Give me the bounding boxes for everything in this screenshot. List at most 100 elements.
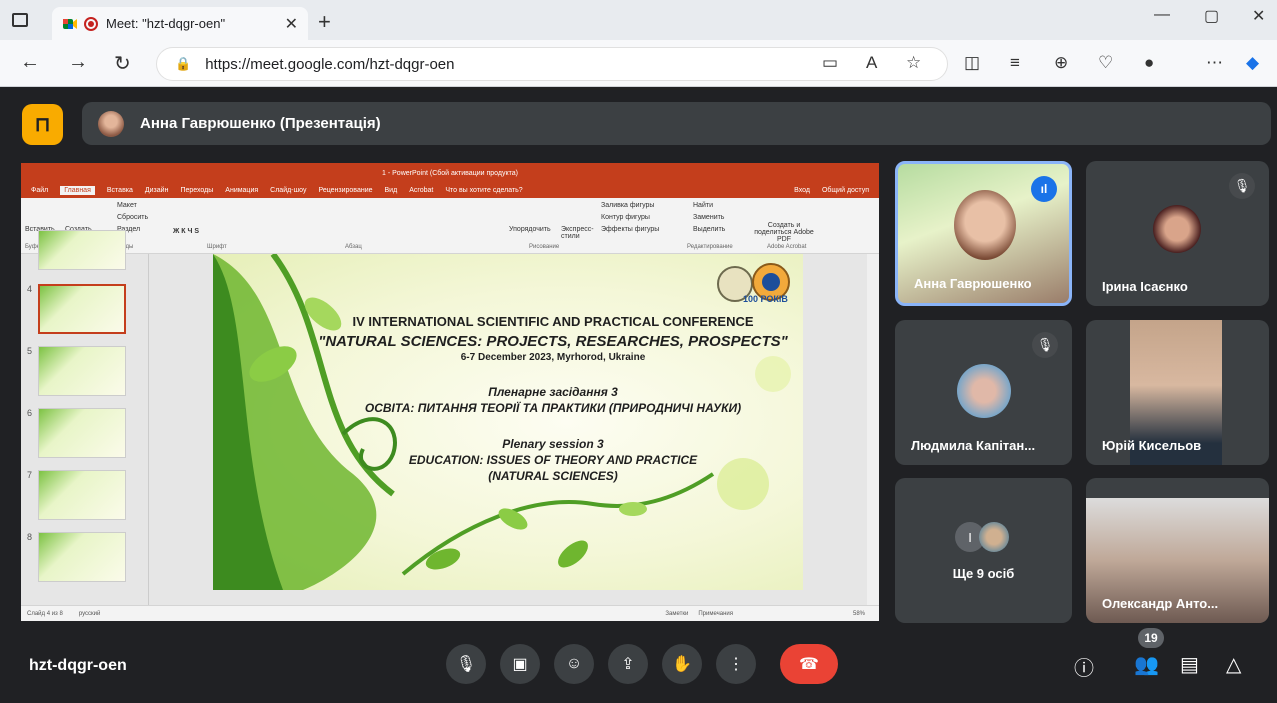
- exit-fullscreen-button[interactable]: ⊓: [22, 104, 63, 145]
- slide-line-3: 6-7 December 2023, Myrhorod, Ukraine: [460, 352, 646, 363]
- mic-off-icon: 🎙: [1229, 173, 1255, 199]
- menu-slideshow[interactable]: Слайд-шоу: [270, 187, 306, 194]
- menu-design[interactable]: Дизайн: [145, 187, 169, 194]
- browser-tab[interactable]: Meet: "hzt-dqgr-oen" ✕: [52, 7, 308, 40]
- close-window-button[interactable]: ✕: [1252, 6, 1265, 26]
- favorites-icon[interactable]: ≡: [1010, 53, 1020, 73]
- more-options-button[interactable]: ⋮: [716, 644, 756, 684]
- maximize-button[interactable]: ▢: [1204, 6, 1219, 26]
- select-button[interactable]: Выделить: [693, 226, 725, 233]
- express-styles-button[interactable]: Экспресс-стили: [561, 226, 595, 240]
- camera-button[interactable]: ▣: [500, 644, 540, 684]
- font-style-buttons[interactable]: Ж К Ч S: [173, 228, 199, 235]
- menu-animation[interactable]: Анимация: [225, 187, 258, 194]
- slide-thumb[interactable]: [38, 532, 126, 582]
- emoji-icon: ☺: [565, 655, 583, 672]
- share-button[interactable]: Общий доступ: [822, 187, 869, 194]
- slide-thumb[interactable]: [38, 230, 126, 270]
- menu-home[interactable]: Главная: [60, 186, 95, 195]
- zoom-level[interactable]: 58%: [853, 611, 865, 617]
- refresh-icon[interactable]: ↻: [114, 51, 131, 76]
- slide-thumbnails[interactable]: 4 5 6 7 8: [21, 230, 149, 605]
- participant-tile[interactable]: Олександр Анто...: [1086, 478, 1269, 623]
- profile-icon[interactable]: ●: [1144, 53, 1154, 73]
- layout-button[interactable]: Макет: [117, 202, 137, 209]
- lock-icon[interactable]: 🔒: [175, 56, 191, 72]
- shape-effects-button[interactable]: Эффекты фигуры: [601, 226, 659, 233]
- shape-fill-button[interactable]: Заливка фигуры: [601, 202, 654, 209]
- chat-icon[interactable]: ▤: [1180, 652, 1199, 677]
- participant-name: Олександр Анто...: [1102, 596, 1219, 611]
- meeting-info-icon[interactable]: ⓘ: [1074, 652, 1094, 681]
- slide-thumb[interactable]: [38, 408, 126, 458]
- participant-avatar: [957, 364, 1011, 418]
- slide-line-2: "NATURAL SCIENCES: PROJECTS, RESEARCHES,…: [318, 333, 788, 350]
- menu-view[interactable]: Вид: [385, 187, 398, 194]
- find-button[interactable]: Найти: [693, 202, 713, 209]
- participant-tile[interactable]: Юрій Кисельов: [1086, 320, 1269, 465]
- create-pdf-button[interactable]: Создать и поделиться Adobe PDF: [749, 222, 819, 243]
- meeting-code: hzt-dqgr-oen: [29, 657, 127, 674]
- reactions-button[interactable]: ☺: [554, 644, 594, 684]
- current-slide: 100 РОКІВ IV INTERNATIONAL SCIENTIFIC AN…: [213, 254, 803, 590]
- collections-icon[interactable]: ⊕: [1054, 53, 1068, 73]
- slide-thumb-selected[interactable]: [38, 284, 126, 334]
- forward-icon[interactable]: →: [68, 51, 88, 74]
- participant-name: Людмила Капітан...: [911, 438, 1036, 453]
- minimize-button[interactable]: —: [1154, 6, 1170, 24]
- notes-button[interactable]: Заметки: [665, 611, 688, 617]
- shape-outline-button[interactable]: Контур фигуры: [601, 214, 650, 221]
- slide-line-1: IV INTERNATIONAL SCIENTIFIC AND PRACTICA…: [352, 314, 754, 329]
- more-menu-icon[interactable]: ⋯: [1206, 53, 1223, 73]
- activities-icon[interactable]: △: [1226, 652, 1241, 677]
- tab-actions-icon[interactable]: [12, 13, 28, 27]
- signin-link[interactable]: Вход: [794, 187, 810, 194]
- slide-thumb[interactable]: [38, 346, 126, 396]
- menu-acrobat[interactable]: Acrobat: [409, 187, 433, 194]
- comments-button[interactable]: Примечания: [698, 611, 733, 617]
- new-tab-button[interactable]: +: [318, 9, 331, 35]
- door-icon: ⊓: [34, 114, 51, 136]
- language-label: русский: [78, 610, 101, 617]
- mic-button[interactable]: 🎙: [446, 644, 486, 684]
- camera-icon: ▣: [512, 656, 528, 673]
- powerpoint-menu: Файл Главная Вставка Дизайн Переходы Ани…: [21, 183, 879, 198]
- slide-scrollbar[interactable]: [867, 254, 879, 605]
- end-call-button[interactable]: ☎: [780, 644, 838, 684]
- participant-tile[interactable]: 🎙 Людмила Капітан...: [895, 320, 1072, 465]
- extensions-icon[interactable]: ♡: [1098, 53, 1113, 73]
- hangup-icon: ☎: [799, 656, 819, 673]
- people-icon[interactable]: 👥: [1134, 652, 1159, 677]
- back-icon[interactable]: ←: [20, 51, 40, 74]
- tab-close-icon[interactable]: ✕: [285, 14, 298, 34]
- thumb-number: 5: [27, 346, 33, 356]
- slide-text: IV INTERNATIONAL SCIENTIFIC AND PRACTICA…: [313, 314, 793, 485]
- split-screen-icon[interactable]: ◫: [964, 53, 980, 73]
- slide-thumb[interactable]: [38, 470, 126, 520]
- favorite-star-icon[interactable]: ☆: [906, 53, 921, 73]
- participant-tile[interactable]: ıl Анна Гаврюшенко: [895, 161, 1072, 306]
- menu-file[interactable]: Файл: [31, 187, 48, 194]
- copilot-icon[interactable]: ◆: [1246, 53, 1259, 73]
- participant-name: Анна Гаврюшенко: [914, 276, 1032, 291]
- menu-transitions[interactable]: Переходы: [180, 187, 213, 194]
- raise-hand-button[interactable]: ✋: [662, 644, 702, 684]
- reset-button[interactable]: Сбросить: [117, 214, 148, 221]
- menu-insert[interactable]: Вставка: [107, 187, 133, 194]
- read-aloud-icon[interactable]: A: [866, 53, 877, 73]
- browser-tabbar: Meet: "hzt-dqgr-oen" ✕ + — ▢ ✕: [0, 0, 1277, 40]
- present-screen-icon: ⇪: [621, 656, 635, 673]
- menu-tell-me[interactable]: Что вы хотите сделать?: [445, 187, 522, 194]
- participant-tile[interactable]: 🎙 Ірина Ісаєнко: [1086, 161, 1269, 306]
- camera-indicator-icon[interactable]: ▭: [822, 53, 838, 73]
- group-drawing: Рисование: [529, 244, 560, 250]
- arrange-button[interactable]: Упорядочить: [509, 226, 551, 233]
- speaking-indicator-icon: ıl: [1031, 176, 1057, 202]
- menu-review[interactable]: Рецензирование: [318, 187, 372, 194]
- participant-tile-more[interactable]: І Ще 9 осіб: [895, 478, 1072, 623]
- slide-counter: Слайд 4 из 8: [27, 610, 63, 617]
- replace-button[interactable]: Заменить: [693, 214, 724, 221]
- thumb-number: 8: [27, 532, 33, 542]
- centenary-logo-text: 100 РОКІВ: [743, 294, 788, 304]
- present-button[interactable]: ⇪: [608, 644, 648, 684]
